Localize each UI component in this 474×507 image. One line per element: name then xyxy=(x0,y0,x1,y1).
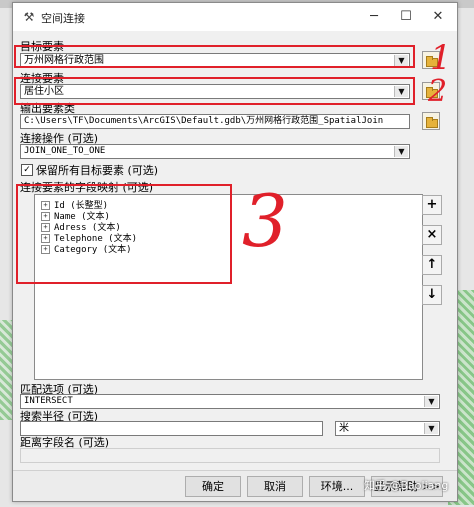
keep-all-label: 保留所有目标要素 (可选) xyxy=(36,164,159,177)
annotation-number-3: 3 xyxy=(242,179,288,263)
annotation-number-2: 2 xyxy=(428,74,448,109)
join-operation-combo[interactable]: JOIN_ONE_TO_ONE ▼ xyxy=(20,144,410,159)
output-features-input[interactable]: C:\Users\TF\Documents\ArcGIS\Default.gdb… xyxy=(20,114,410,129)
annotation-box-2 xyxy=(14,77,415,105)
title-bar[interactable]: ⚒ 空间连接 ─ ☐ ✕ xyxy=(13,3,457,31)
search-radius-unit: 米 xyxy=(339,423,349,434)
minimize-icon[interactable]: ─ xyxy=(359,6,389,28)
move-down-button[interactable]: ↓ xyxy=(422,285,442,305)
chevron-down-icon[interactable]: ▼ xyxy=(394,146,408,157)
hammer-icon: ⚒ xyxy=(23,10,35,24)
annotation-box-3 xyxy=(16,184,232,284)
maximize-icon[interactable]: ☐ xyxy=(391,6,421,28)
keep-all-checkbox[interactable]: ✓ xyxy=(21,164,33,176)
window-title: 空间连接 xyxy=(41,12,85,25)
join-operation-value: JOIN_ONE_TO_ONE xyxy=(24,146,106,156)
cancel-button[interactable]: 取消 xyxy=(247,476,303,497)
add-field-button[interactable]: + xyxy=(422,195,442,215)
map-feature-pattern xyxy=(0,320,12,420)
annotation-box-1 xyxy=(14,45,415,68)
search-radius-unit-combo[interactable]: 米 ▼ xyxy=(335,421,440,436)
chevron-down-icon[interactable]: ▼ xyxy=(424,396,438,407)
close-icon[interactable]: ✕ xyxy=(423,6,453,28)
distance-field-input[interactable] xyxy=(20,448,440,463)
remove-field-button[interactable]: × xyxy=(422,225,442,245)
environments-button[interactable]: 环境... xyxy=(309,476,365,497)
match-option-value: INTERSECT xyxy=(24,396,73,406)
chevron-down-icon[interactable]: ▼ xyxy=(424,423,438,434)
output-features-value: C:\Users\TF\Documents\ArcGIS\Default.gdb… xyxy=(24,116,384,126)
watermark: 知乎 @Baoliang xyxy=(364,479,449,492)
ok-button[interactable]: 确定 xyxy=(185,476,241,497)
annotation-number-1: 1 xyxy=(430,38,452,78)
move-up-button[interactable]: ↑ xyxy=(422,255,442,275)
folder-icon[interactable] xyxy=(422,112,440,130)
match-option-combo[interactable]: INTERSECT ▼ xyxy=(20,394,440,409)
